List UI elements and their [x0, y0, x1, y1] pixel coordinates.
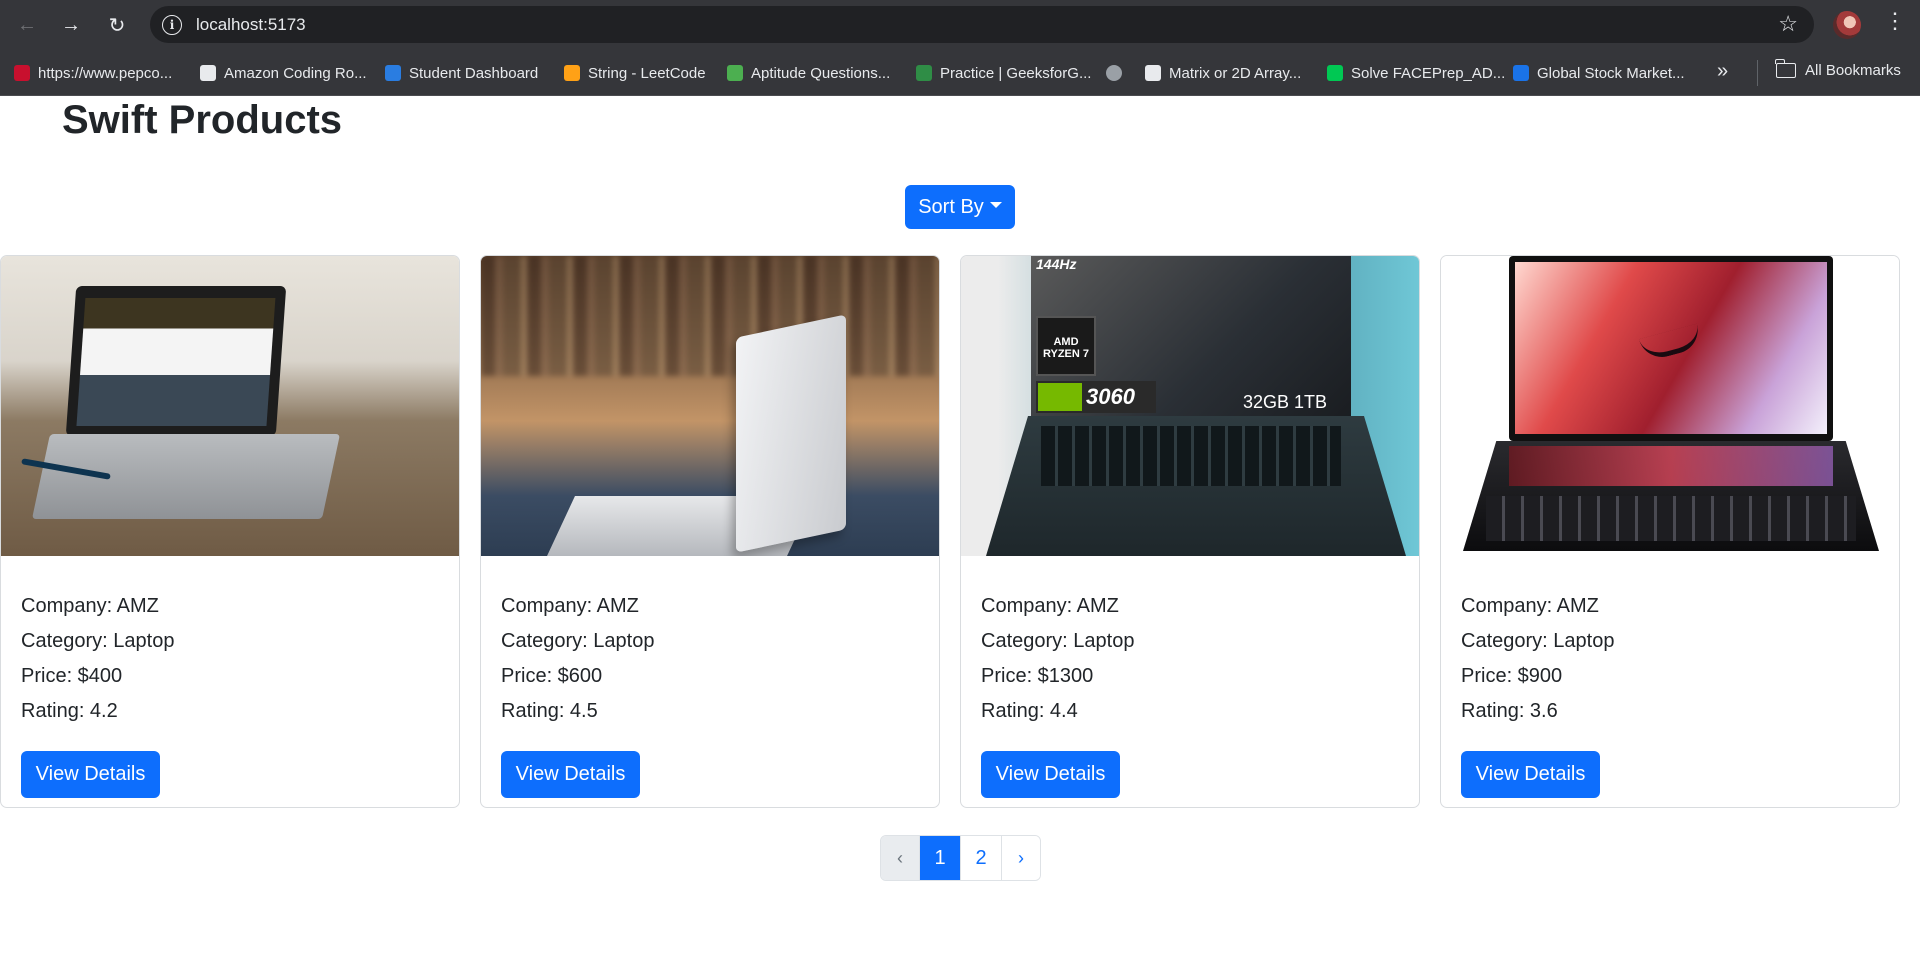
- caret-down-icon: [989, 202, 1002, 208]
- product-rating: Rating: 3.6: [1461, 700, 1558, 722]
- product-rating: Rating: 4.2: [21, 700, 118, 722]
- product-category: Category: Laptop: [501, 630, 655, 652]
- bookmark-favicon-icon: [1513, 65, 1529, 81]
- bookmark-favicon-icon: [200, 65, 216, 81]
- bookmark-item[interactable]: https://www.pepco...: [14, 62, 172, 84]
- bookmarks-divider: [1757, 60, 1758, 86]
- image-text: 144Hz: [1036, 256, 1077, 272]
- bookmark-item[interactable]: [1106, 62, 1122, 84]
- site-info-icon[interactable]: i: [162, 15, 182, 35]
- product-company: Company: AMZ: [501, 595, 639, 617]
- product-details: Company: AMZ Category: Laptop Price: $40…: [21, 589, 174, 729]
- bookmark-favicon-icon: [564, 65, 580, 81]
- bookmark-favicon-icon: [1145, 65, 1161, 81]
- all-bookmarks[interactable]: All Bookmarks: [1775, 59, 1901, 79]
- product-card: Company: AMZ Category: Laptop Price: $60…: [480, 255, 940, 808]
- forward-arrow-icon[interactable]: →: [58, 12, 84, 38]
- product-details: Company: AMZ Category: Laptop Price: $60…: [501, 589, 654, 729]
- sort-by-label: Sort By: [918, 195, 984, 218]
- browser-toolbar: ← → ↻ i localhost:5173 ☆ ⋮: [0, 0, 1920, 50]
- back-arrow-icon[interactable]: ←: [14, 12, 40, 38]
- view-details-button[interactable]: View Details: [981, 751, 1120, 798]
- bookmark-item[interactable]: Aptitude Questions...: [727, 62, 890, 84]
- pagination-next[interactable]: ›: [1002, 836, 1040, 880]
- reload-icon[interactable]: ↻: [104, 12, 130, 38]
- product-image: [481, 256, 939, 556]
- product-company: Company: AMZ: [981, 595, 1119, 617]
- product-details: Company: AMZ Category: Laptop Price: $90…: [1461, 589, 1614, 729]
- bookmarks-bar: https://www.pepco... Amazon Coding Ro...…: [0, 50, 1920, 96]
- address-bar[interactable]: i localhost:5173 ☆: [150, 6, 1814, 43]
- bookmark-star-icon[interactable]: ☆: [1778, 11, 1798, 37]
- folder-icon: [1775, 59, 1796, 78]
- bookmark-item[interactable]: Practice | GeeksforG...: [916, 62, 1091, 84]
- product-details: Company: AMZ Category: Laptop Price: $13…: [981, 589, 1134, 729]
- product-card: 144Hz AMD RYZEN 7 3060 32GB 1TB Company:…: [960, 255, 1420, 808]
- pagination-page-2[interactable]: 2: [961, 836, 1002, 880]
- image-text: AMD RYZEN 7: [1036, 316, 1096, 376]
- product-image: 144Hz AMD RYZEN 7 3060 32GB 1TB: [961, 256, 1419, 556]
- pagination-prev[interactable]: ‹: [881, 836, 920, 880]
- bookmark-favicon-icon: [1327, 65, 1343, 81]
- product-image: [1441, 256, 1899, 556]
- product-category: Category: Laptop: [981, 630, 1135, 652]
- bookmark-item[interactable]: Global Stock Market...: [1513, 62, 1685, 84]
- view-details-button[interactable]: View Details: [21, 751, 160, 798]
- product-image: [1, 256, 459, 556]
- bookmark-item[interactable]: Student Dashboard: [385, 62, 538, 84]
- globe-icon: [1106, 65, 1122, 81]
- bookmark-favicon-icon: [727, 65, 743, 81]
- product-category: Category: Laptop: [1461, 630, 1615, 652]
- bookmark-item[interactable]: Solve FACEPrep_AD...: [1327, 62, 1505, 84]
- pagination-page-1[interactable]: 1: [920, 836, 961, 880]
- product-card: Company: AMZ Category: Laptop Price: $90…: [1440, 255, 1900, 808]
- bookmark-favicon-icon: [14, 65, 30, 81]
- bookmark-item[interactable]: Amazon Coding Ro...: [200, 62, 367, 84]
- product-price: Price: $600: [501, 665, 603, 687]
- product-company: Company: AMZ: [21, 595, 159, 617]
- product-card: Company: AMZ Category: Laptop Price: $40…: [0, 255, 460, 808]
- bookmark-item[interactable]: Matrix or 2D Array...: [1145, 62, 1301, 84]
- product-category: Category: Laptop: [21, 630, 175, 652]
- pagination: ‹ 1 2 ›: [880, 835, 1041, 881]
- view-details-button[interactable]: View Details: [1461, 751, 1600, 798]
- url-text[interactable]: localhost:5173: [196, 15, 306, 35]
- bookmark-item[interactable]: String - LeetCode: [564, 62, 706, 84]
- sort-by-dropdown-button[interactable]: Sort By: [905, 185, 1015, 229]
- page-title: Swift Products: [62, 98, 343, 142]
- product-price: Price: $900: [1461, 665, 1563, 687]
- product-price: Price: $400: [21, 665, 123, 687]
- view-details-button[interactable]: View Details: [501, 751, 640, 798]
- menu-kebab-icon[interactable]: ⋮: [1884, 10, 1906, 32]
- product-company: Company: AMZ: [1461, 595, 1599, 617]
- profile-avatar[interactable]: [1833, 11, 1861, 39]
- product-rating: Rating: 4.4: [981, 700, 1078, 722]
- bookmarks-overflow-icon[interactable]: »: [1717, 60, 1728, 83]
- bookmark-favicon-icon: [385, 65, 401, 81]
- image-text: 32GB 1TB: [1243, 392, 1328, 412]
- product-price: Price: $1300: [981, 665, 1094, 687]
- bookmark-favicon-icon: [916, 65, 932, 81]
- image-text: 3060: [1036, 381, 1156, 413]
- product-rating: Rating: 4.5: [501, 700, 598, 722]
